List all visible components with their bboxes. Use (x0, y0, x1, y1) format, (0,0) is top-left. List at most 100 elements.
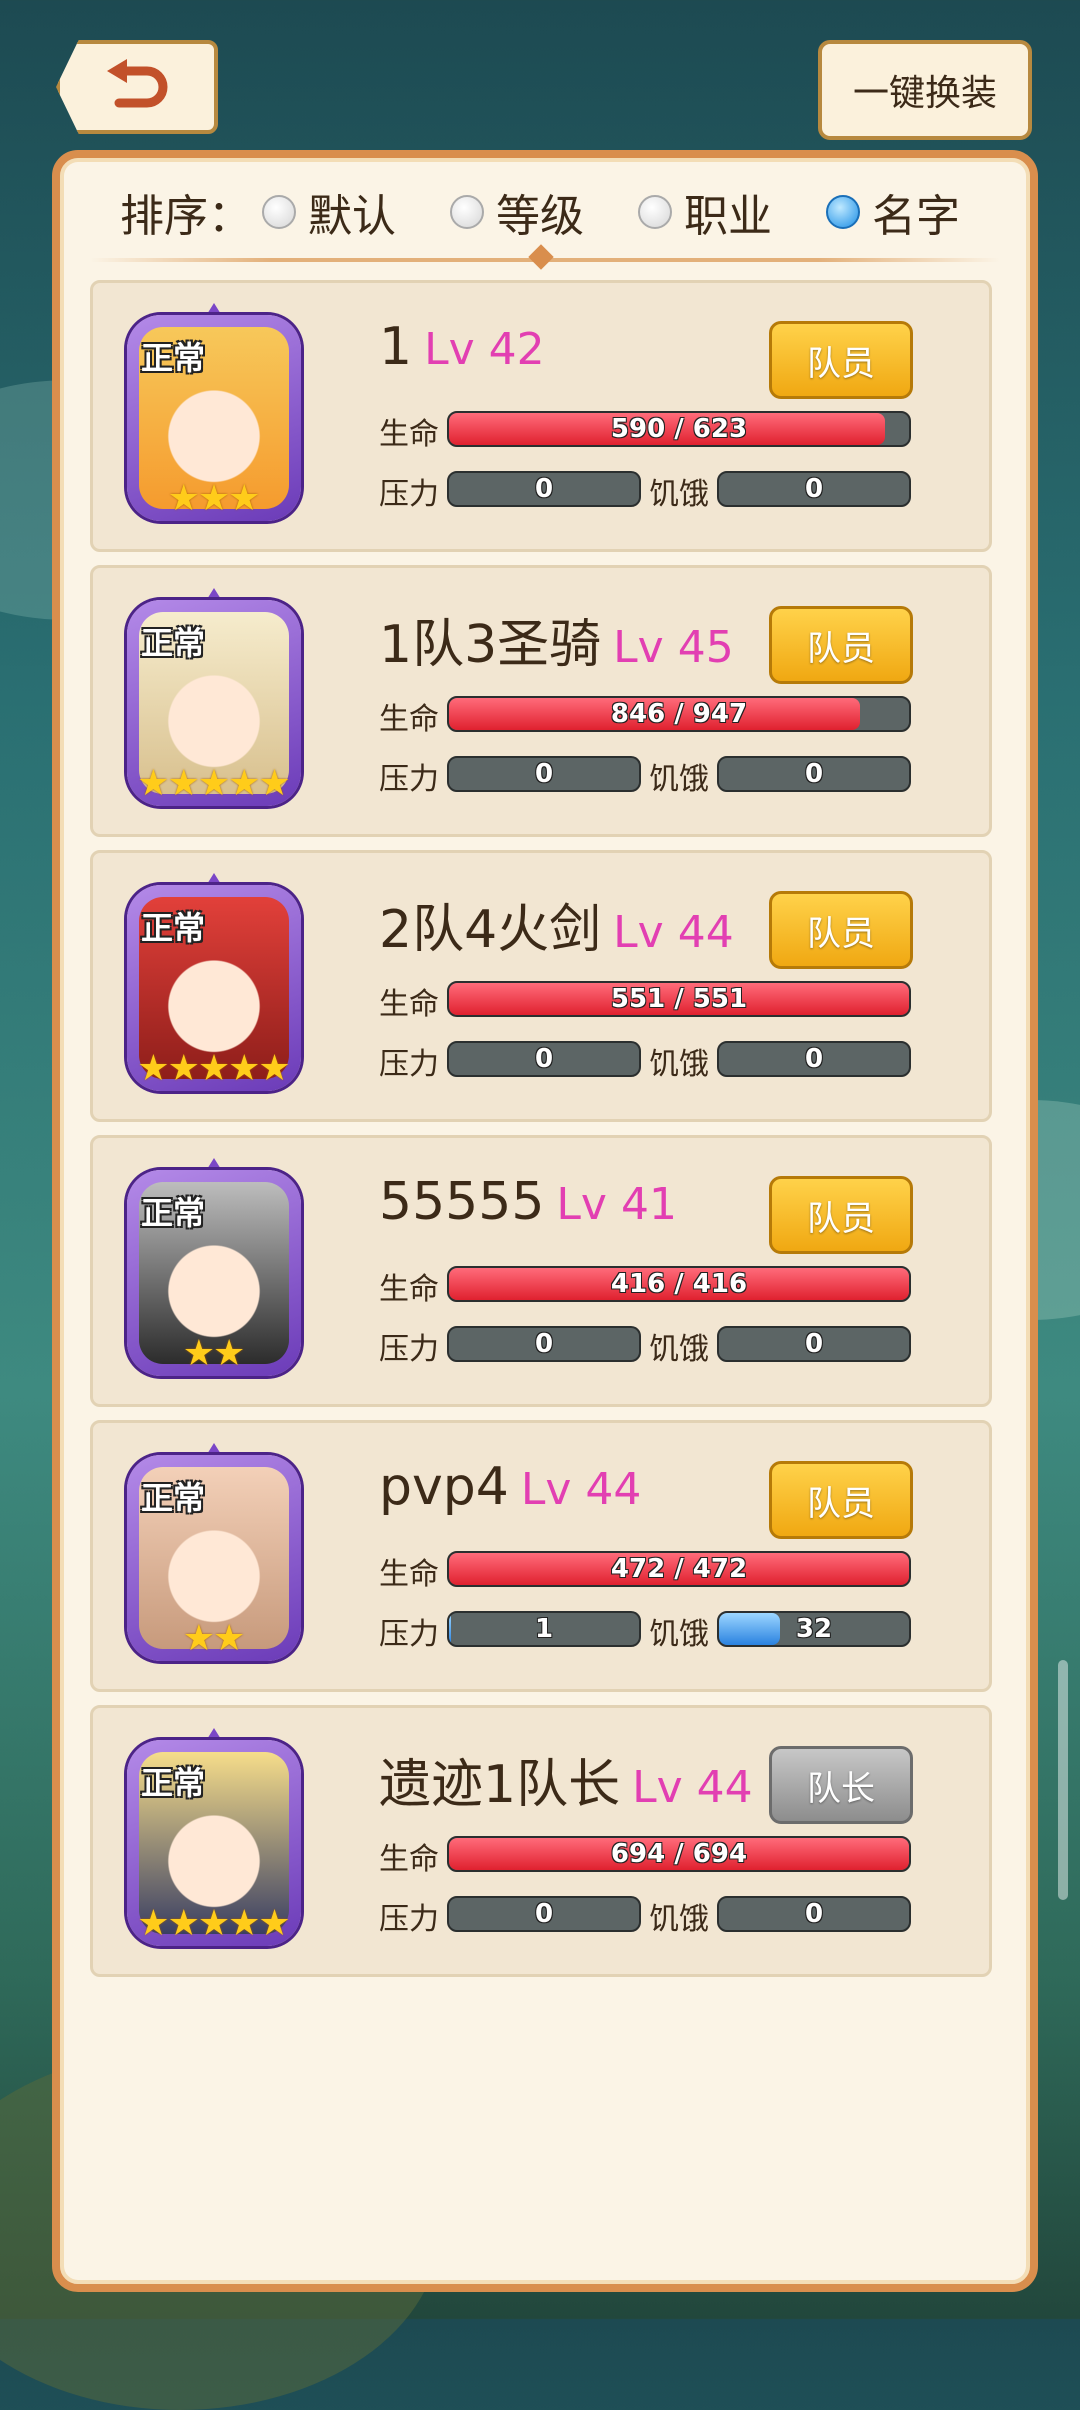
hunger-bar: 0 (717, 1041, 911, 1077)
stress-label: 压力 (379, 477, 439, 512)
stress-value: 0 (534, 1044, 554, 1074)
stress-bar: 0 (447, 471, 641, 507)
hp-label: 生命 (379, 1272, 439, 1307)
stress-value: 0 (534, 474, 554, 504)
star-icon: ★ (182, 1618, 215, 1659)
stress-bar: 0 (447, 1896, 641, 1932)
character-level: Lv 45 (613, 622, 734, 673)
sort-option-label: 默认 (308, 191, 396, 242)
stress-bar: 0 (447, 1326, 641, 1362)
name-row: 遗迹1队长 Lv 44 (379, 1742, 753, 1817)
hp-value: 846 / 947 (610, 699, 748, 729)
character-card[interactable]: 正常 ★ ★ ★ 1 Lv 42 队员 生命 590 / 623 压力 0 饥饿 0 (90, 280, 992, 552)
character-portrait[interactable]: 正常 ★ ★ ★ (127, 303, 301, 523)
status-label: 正常 (141, 1479, 206, 1517)
hp-bar: 472 / 472 (447, 1551, 911, 1587)
hp-value: 590 / 623 (610, 414, 748, 444)
stress-label: 压力 (379, 1902, 439, 1937)
role-button[interactable]: 队员 (769, 1461, 913, 1539)
status-label: 正常 (141, 1194, 206, 1232)
hp-label: 生命 (379, 702, 439, 737)
character-name: 2队4火剑 (379, 900, 602, 960)
stress-value: 0 (534, 759, 554, 789)
star-icon: ★ (258, 763, 291, 804)
star-rating: ★ ★ (127, 1336, 301, 1372)
character-portrait[interactable]: 正常 ★ ★ ★ ★ ★ (127, 1728, 301, 1948)
radio-button-selected[interactable] (826, 195, 860, 229)
sort-option-level[interactable]: 等级 (450, 180, 584, 244)
character-card[interactable]: 正常 ★ ★ 55555 Lv 41 队员 生命 416 / 416 压力 0 饥… (90, 1135, 992, 1407)
star-rating: ★ ★ ★ ★ ★ (127, 1906, 301, 1942)
hunger-label: 饥饿 (649, 1617, 709, 1652)
hunger-label: 饥饿 (649, 1047, 709, 1082)
hp-bar: 416 / 416 (447, 1266, 911, 1302)
name-row: pvp4 Lv 44 (379, 1457, 641, 1517)
hp-bar: 590 / 623 (447, 411, 911, 447)
character-portrait[interactable]: 正常 ★ ★ ★ ★ ★ (127, 873, 301, 1093)
star-icon: ★ (258, 1048, 291, 1089)
sort-bar: 排序： 默认 等级 职业 名字 (120, 182, 1014, 242)
status-label: 正常 (141, 339, 206, 377)
stress-value: 1 (534, 1614, 554, 1644)
star-rating: ★ ★ ★ (127, 481, 301, 517)
scrollbar[interactable] (1058, 1660, 1068, 1900)
character-portrait[interactable]: 正常 ★ ★ ★ ★ ★ (127, 588, 301, 808)
hunger-value: 0 (804, 1329, 824, 1359)
character-card[interactable]: 正常 ★ ★ pvp4 Lv 44 队员 生命 472 / 472 压力 1 饥饿… (90, 1420, 992, 1692)
sort-label: 排序： (120, 191, 252, 242)
character-name: 1 (379, 317, 413, 377)
sort-option-class[interactable]: 职业 (638, 180, 772, 244)
star-rating: ★ ★ (127, 1621, 301, 1657)
radio-button[interactable] (638, 195, 672, 229)
status-label: 正常 (141, 909, 206, 947)
hunger-label: 饥饿 (649, 762, 709, 797)
character-card[interactable]: 正常 ★ ★ ★ ★ ★ 遗迹1队长 Lv 44 队长 生命 694 / 694 压力 … (90, 1705, 992, 1977)
hp-bar: 694 / 694 (447, 1836, 911, 1872)
character-name: pvp4 (379, 1457, 509, 1517)
star-icon: ★ (213, 1618, 246, 1659)
star-icon: ★ (197, 478, 231, 519)
status-label: 正常 (141, 624, 206, 662)
star-icon: ★ (228, 478, 261, 519)
star-icon: ★ (182, 1333, 215, 1374)
character-level: Lv 44 (613, 907, 734, 958)
star-icon: ★ (197, 1903, 231, 1944)
character-card[interactable]: 正常 ★ ★ ★ ★ ★ 2队4火剑 Lv 44 队员 生命 551 / 551 压力 … (90, 850, 992, 1122)
hunger-label: 饥饿 (649, 1332, 709, 1367)
character-level: Lv 44 (632, 1762, 753, 1813)
radio-button[interactable] (450, 195, 484, 229)
stress-value: 0 (534, 1899, 554, 1929)
name-row: 2队4火剑 Lv 44 (379, 887, 734, 962)
sort-option-name[interactable]: 名字 (826, 180, 960, 244)
sort-option-default[interactable]: 默认 (262, 180, 396, 244)
role-button[interactable]: 队员 (769, 606, 913, 684)
star-icon: ★ (228, 763, 261, 804)
star-icon: ★ (137, 1048, 170, 1089)
name-row: 1 Lv 42 (379, 317, 545, 377)
role-button[interactable]: 队员 (769, 891, 913, 969)
star-rating: ★ ★ ★ ★ ★ (127, 1051, 301, 1087)
character-portrait[interactable]: 正常 ★ ★ (127, 1443, 301, 1663)
role-button[interactable]: 队长 (769, 1746, 913, 1824)
character-level: Lv 41 (556, 1179, 677, 1230)
character-portrait[interactable]: 正常 ★ ★ (127, 1158, 301, 1378)
radio-button[interactable] (262, 195, 296, 229)
hunger-bar: 0 (717, 1896, 911, 1932)
hunger-value: 0 (804, 1044, 824, 1074)
character-level: Lv 44 (520, 1464, 642, 1515)
name-row: 55555 Lv 41 (379, 1172, 677, 1232)
role-button[interactable]: 队员 (769, 1176, 913, 1254)
star-icon: ★ (137, 763, 170, 804)
undo-arrow-icon (107, 59, 168, 108)
character-card[interactable]: 正常 ★ ★ ★ ★ ★ 1队3圣骑 Lv 45 队员 生命 846 / 947 压力 … (90, 565, 992, 837)
back-button[interactable] (56, 40, 218, 134)
character-name: 遗迹1队长 (379, 1755, 621, 1815)
equip-all-button[interactable]: 一键换装 (818, 40, 1032, 140)
hp-value: 551 / 551 (610, 984, 748, 1014)
stress-label: 压力 (379, 1617, 439, 1652)
hp-label: 生命 (379, 1842, 439, 1877)
character-list-panel: 排序： 默认 等级 职业 名字 正常 ★ ★ ★ 1 Lv 42 队员 生命 5… (52, 150, 1038, 2292)
role-button[interactable]: 队员 (769, 321, 913, 399)
hunger-label: 饥饿 (649, 1902, 709, 1937)
character-name: 55555 (379, 1172, 545, 1232)
